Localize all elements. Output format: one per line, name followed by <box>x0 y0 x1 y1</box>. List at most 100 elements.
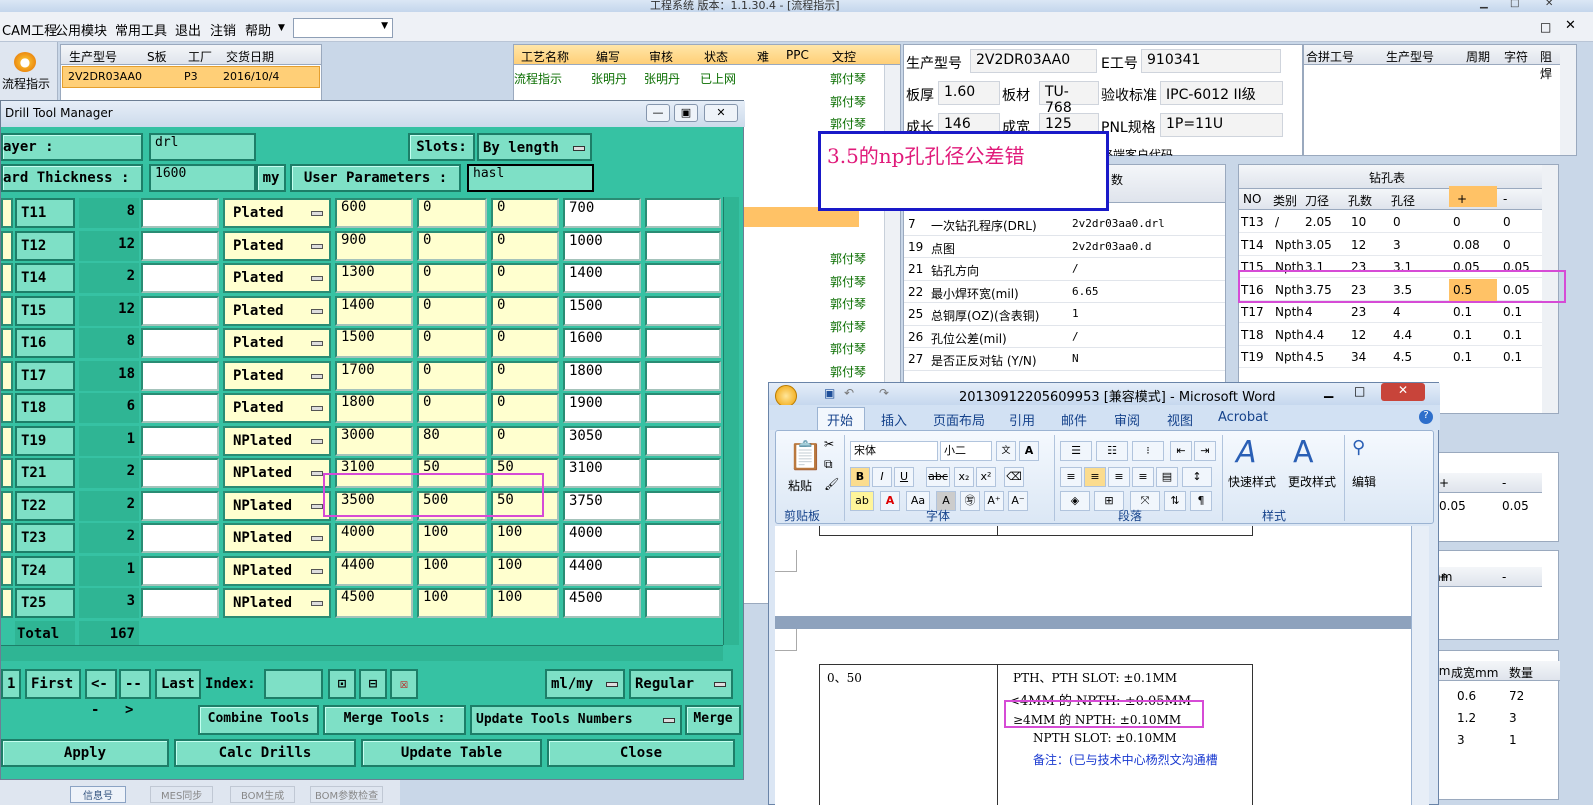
page-number[interactable]: 1 <box>1 669 21 699</box>
tool-type-dropdown[interactable]: Plated <box>223 295 331 326</box>
h-scrollbar[interactable] <box>1 645 723 661</box>
row-selector[interactable] <box>1 555 13 586</box>
col-header[interactable]: 阻焊 <box>1540 48 1560 82</box>
tool-button[interactable]: T15 <box>15 295 75 326</box>
col-header[interactable]: 工厂 <box>188 48 212 65</box>
first-button[interactable]: First <box>25 669 81 699</box>
flow-indicator-icon[interactable]: ● <box>14 52 36 72</box>
tool-field[interactable] <box>141 263 219 293</box>
align-left-icon[interactable]: ≡ <box>1060 467 1082 487</box>
row-selector[interactable] <box>1 263 13 293</box>
finish-size-field[interactable]: 1900 <box>563 393 641 423</box>
bold-icon[interactable]: B <box>850 467 870 487</box>
menu-cam[interactable]: CAM工程 <box>2 20 57 39</box>
undo-icon[interactable]: ↶ <box>844 386 854 400</box>
table-row[interactable]: 22 最小焊环宽(mil) 6.65 <box>904 281 1225 303</box>
col-header[interactable]: 字符 <box>1504 48 1528 65</box>
edit-button[interactable]: 编辑 <box>1352 473 1376 490</box>
finish-size-field[interactable]: 1600 <box>563 328 641 358</box>
tool-button[interactable]: T12 <box>15 230 75 261</box>
tool-button[interactable]: T11 <box>15 198 75 228</box>
distribute-icon[interactable]: ▤ <box>1156 467 1178 487</box>
size-field[interactable]: 4500 <box>335 588 413 618</box>
plus-tol-field[interactable]: 100 <box>417 555 487 586</box>
minus-tol-field[interactable]: 0 <box>491 360 559 391</box>
plus-tol-field[interactable]: 0 <box>417 295 487 326</box>
doc-line[interactable]: PTH、PTH SLOT: ±0.1MM <box>1013 669 1177 686</box>
tool-button[interactable]: T21 <box>15 458 75 488</box>
tab-mailings[interactable]: 邮件 <box>1061 410 1087 429</box>
show-marks-icon[interactable]: ¶ <box>1190 491 1212 511</box>
finish-size-field[interactable]: 4500 <box>563 588 641 618</box>
size-field[interactable]: 4000 <box>335 523 413 553</box>
maximize-icon[interactable]: □ <box>1354 384 1365 398</box>
col-header[interactable]: 类别 <box>1273 192 1297 209</box>
merge-button[interactable]: Merge <box>685 705 741 735</box>
maximize-icon[interactable]: ▣ <box>674 104 698 122</box>
format-painter-icon[interactable]: 🖌 <box>824 477 839 491</box>
extra-field[interactable] <box>645 230 721 261</box>
save-icon[interactable]: ▣ <box>824 386 835 400</box>
standard-field[interactable]: IPC-6012 II级 <box>1160 81 1283 105</box>
underline-icon[interactable]: U <box>894 467 914 487</box>
tab-view[interactable]: 视图 <box>1167 410 1193 429</box>
combine-tools-button[interactable]: Combine Tools <box>198 705 319 735</box>
scrollbar[interactable] <box>723 197 739 645</box>
char-border-icon[interactable]: A <box>1019 441 1039 461</box>
close-icon[interactable]: ✕ <box>704 104 738 122</box>
row-selector[interactable] <box>1 490 13 521</box>
prev-button[interactable]: <-- <box>85 669 117 718</box>
finish-size-field[interactable]: 700 <box>563 198 641 228</box>
table-row[interactable]: 19 点图 2v2dr03aa0.d <box>904 236 1225 258</box>
thickness-field[interactable]: 1.60 <box>938 81 1000 105</box>
row-selector[interactable] <box>1 523 13 553</box>
pnl-field[interactable]: 1P=11U <box>1160 113 1283 137</box>
menu-exit[interactable]: 退出 <box>175 20 201 39</box>
tool-button[interactable]: T18 <box>15 393 75 423</box>
search-icon[interactable]: ⊡ <box>328 669 356 699</box>
size-field[interactable]: 1300 <box>335 263 413 293</box>
finish-size-field[interactable]: 4400 <box>563 555 641 586</box>
table-row[interactable]: 2V2DR03AA0 P3 2016/10/4 <box>62 66 320 88</box>
table-row[interactable]: 25 总铜厚(OZ)(含表铜) 1 <box>904 303 1225 326</box>
extra-field[interactable] <box>645 523 721 553</box>
grow-font-icon[interactable]: A⁺ <box>984 491 1004 511</box>
tab-home[interactable]: 开始 <box>827 410 853 429</box>
plus-tol-field[interactable]: 100 <box>417 523 487 553</box>
cut-icon[interactable]: ✂ <box>824 437 834 451</box>
line-spacing-icon[interactable]: ↕ <box>1182 467 1212 487</box>
size-field[interactable]: 3000 <box>335 425 413 456</box>
size-field[interactable]: 4400 <box>335 555 413 586</box>
delete-icon[interactable]: ☒ <box>390 669 418 699</box>
minus-tol-field[interactable]: 0 <box>491 230 559 261</box>
minus-tol-field[interactable]: 100 <box>491 523 559 553</box>
phonetic-icon[interactable]: 文 <box>996 441 1016 461</box>
plus-tol-field[interactable]: 0 <box>417 328 487 358</box>
doc-line[interactable]: 备注：(已与技术中心杨烈文沟通槽 <box>1033 751 1218 768</box>
tool-button[interactable]: T19 <box>15 425 75 456</box>
minus-tol-field[interactable]: 0 <box>491 263 559 293</box>
superscript-icon[interactable]: x² <box>976 467 996 487</box>
next-button[interactable]: --> <box>119 669 151 718</box>
tool-type-dropdown[interactable]: NPlated <box>223 490 331 521</box>
align-right-icon[interactable]: ≡ <box>1108 467 1130 487</box>
finish-size-field[interactable]: 3050 <box>563 425 641 456</box>
extra-field[interactable] <box>645 263 721 293</box>
last-button[interactable]: Last <box>155 669 201 699</box>
tool-field[interactable] <box>141 588 219 618</box>
extra-field[interactable] <box>645 198 721 228</box>
menu-help[interactable]: 帮助 <box>245 20 271 39</box>
mdi-close-icon[interactable]: ✕ <box>1565 18 1576 33</box>
restore-icon[interactable]: □ <box>1540 20 1551 34</box>
close-icon[interactable]: ✕ <box>1545 0 1553 9</box>
plus-tol-field[interactable]: 0 <box>417 360 487 391</box>
highlight-icon[interactable]: ab <box>850 491 874 511</box>
row-selector[interactable] <box>1 295 13 326</box>
paste-button[interactable]: 粘贴 <box>788 477 812 494</box>
tool-type-dropdown[interactable]: Plated <box>223 230 331 261</box>
size-field[interactable]: 1700 <box>335 360 413 391</box>
col-header[interactable]: S板 <box>147 48 167 65</box>
plus-tol-field[interactable]: 0 <box>417 230 487 261</box>
tool-button[interactable]: T14 <box>15 263 75 293</box>
extra-field[interactable] <box>645 588 721 618</box>
